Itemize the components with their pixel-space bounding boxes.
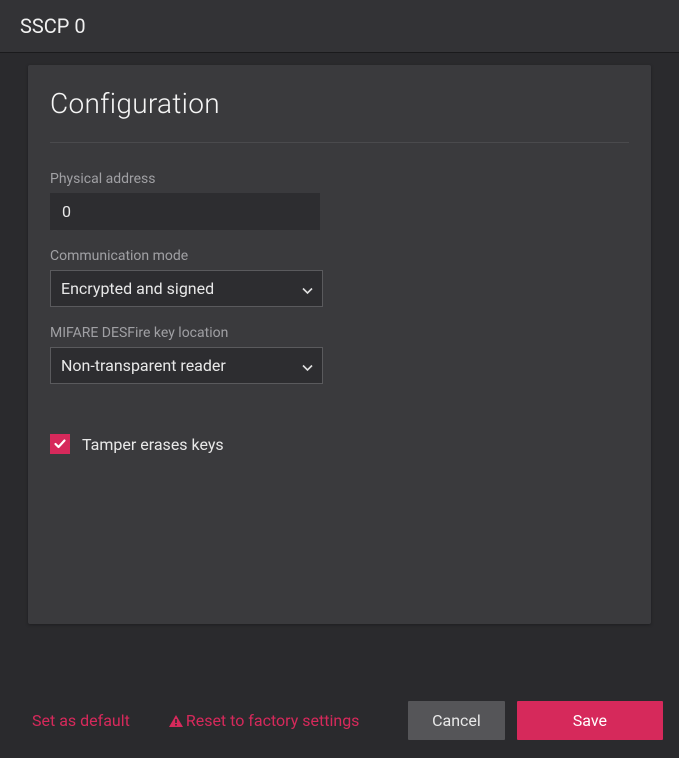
check-icon	[53, 437, 67, 451]
configuration-panel: Configuration Physical address Communica…	[28, 65, 651, 624]
communication-mode-field: Communication mode Encrypted and signed	[50, 248, 629, 307]
cancel-button[interactable]: Cancel	[408, 701, 505, 740]
tamper-checkbox[interactable]	[50, 434, 70, 454]
reset-factory-link[interactable]: Reset to factory settings	[168, 711, 360, 730]
physical-address-field: Physical address	[50, 171, 629, 230]
communication-mode-select[interactable]: Encrypted and signed	[50, 270, 323, 307]
set-default-link[interactable]: Set as default	[32, 711, 130, 730]
tamper-checkbox-row: Tamper erases keys	[50, 434, 629, 454]
dialog-title: SSCP 0	[20, 14, 86, 38]
tamper-label: Tamper erases keys	[82, 435, 224, 454]
reset-factory-label: Reset to factory settings	[186, 711, 360, 730]
panel-title: Configuration	[50, 87, 629, 143]
physical-address-label: Physical address	[50, 171, 629, 187]
communication-mode-label: Communication mode	[50, 248, 629, 264]
dialog-header: SSCP 0	[0, 0, 679, 53]
content-area: Configuration Physical address Communica…	[0, 53, 679, 624]
key-location-label: MIFARE DESFire key location	[50, 325, 629, 341]
dialog-footer: Set as default Reset to factory settings…	[0, 685, 679, 758]
save-button[interactable]: Save	[517, 701, 663, 740]
warning-icon	[168, 714, 184, 728]
physical-address-input[interactable]	[50, 193, 320, 230]
key-location-field: MIFARE DESFire key location Non-transpar…	[50, 325, 629, 384]
key-location-select[interactable]: Non-transparent reader	[50, 347, 323, 384]
